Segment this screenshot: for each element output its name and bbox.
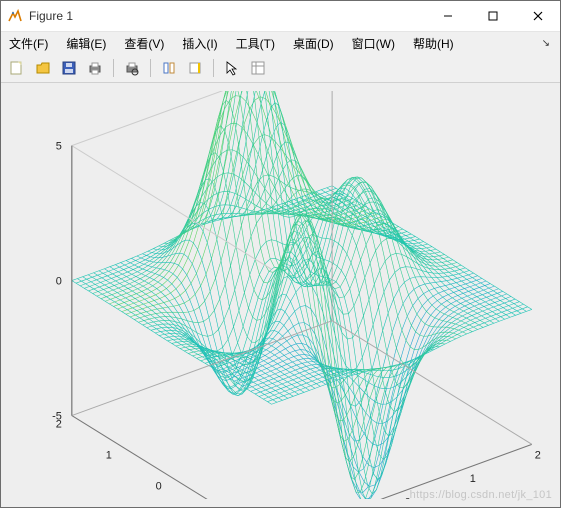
menu-view[interactable]: 查看(V) — [120, 33, 168, 54]
menu-window[interactable]: 窗口(W) — [348, 33, 399, 54]
menu-desktop[interactable]: 桌面(D) — [289, 33, 338, 54]
svg-text:-5: -5 — [52, 411, 62, 423]
close-button[interactable] — [515, 1, 560, 31]
matlab-figure-icon — [7, 8, 23, 24]
print-button[interactable] — [83, 56, 107, 80]
window-controls — [425, 1, 560, 31]
svg-text:5: 5 — [56, 141, 62, 153]
menu-help[interactable]: 帮助(H) — [409, 33, 458, 54]
save-button[interactable] — [57, 56, 81, 80]
minimize-button[interactable] — [425, 1, 470, 31]
edit-plot-button[interactable] — [220, 56, 244, 80]
figure-window: Figure 1 文件(F) 编辑(E) 查看(V) 插入(I) 工具(T) 桌… — [0, 0, 561, 508]
maximize-button[interactable] — [470, 1, 515, 31]
menu-tools[interactable]: 工具(T) — [232, 33, 279, 54]
toolbar-separator — [113, 59, 114, 77]
svg-text:1: 1 — [470, 473, 476, 485]
toolbar-overflow-icon[interactable]: ↘ — [542, 38, 556, 49]
axes-area[interactable]: -2-1012-2-1012-505 https://blog.csdn.net… — [1, 83, 560, 507]
menu-file[interactable]: 文件(F) — [5, 33, 52, 54]
link-axes-button[interactable] — [157, 56, 181, 80]
menu-edit[interactable]: 编辑(E) — [62, 33, 110, 54]
svg-text:2: 2 — [535, 449, 541, 461]
surface-mesh-plot: -2-1012-2-1012-505 — [33, 91, 550, 499]
menu-insert[interactable]: 插入(I) — [178, 33, 221, 54]
svg-text:1: 1 — [106, 449, 112, 461]
toolbar-separator — [213, 59, 214, 77]
print-preview-button[interactable] — [120, 56, 144, 80]
open-file-button[interactable] — [31, 56, 55, 80]
titlebar[interactable]: Figure 1 — [1, 1, 560, 32]
svg-text:0: 0 — [156, 480, 162, 492]
property-editor-button[interactable] — [246, 56, 270, 80]
new-figure-button[interactable] — [5, 56, 29, 80]
watermark-text: https://blog.csdn.net/jk_101 — [410, 489, 552, 501]
toolbar-separator — [150, 59, 151, 77]
menubar: 文件(F) 编辑(E) 查看(V) 插入(I) 工具(T) 桌面(D) 窗口(W… — [1, 32, 560, 54]
insert-colorbar-button[interactable] — [183, 56, 207, 80]
figure-toolbar — [1, 54, 560, 83]
svg-text:0: 0 — [56, 276, 62, 288]
window-title: Figure 1 — [29, 9, 425, 23]
